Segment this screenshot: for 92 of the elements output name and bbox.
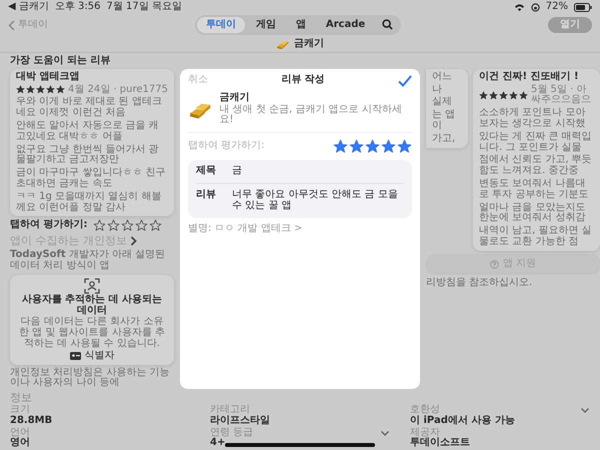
dialog-title: 리뷰 작성 xyxy=(281,75,325,86)
info-value: 영어 xyxy=(10,438,30,450)
review-text: 금이 마구마구 쌓입니다ㅎㅎ 친구 초대하면 금캐는 속도 xyxy=(16,168,167,190)
wifi-icon xyxy=(514,2,525,12)
review-text: 는 앱이 xyxy=(432,110,456,132)
review-text: 어느 xyxy=(432,72,453,83)
search-icon xyxy=(382,19,394,30)
star-icon xyxy=(479,90,488,100)
review-text: 실제 xyxy=(432,97,453,108)
star-icon xyxy=(149,219,162,232)
star-icon xyxy=(16,85,25,94)
status-time: 오후 3:56 xyxy=(54,2,101,12)
info-label: 연령 등급 xyxy=(210,428,254,438)
star-icon xyxy=(489,90,498,100)
star-icon xyxy=(93,219,106,232)
info-value: 이 iPad에서 사용 가능 xyxy=(410,416,515,427)
review-text: 변동도 보여줘서 나름대로 투자 공부하는 기분도 xyxy=(479,178,590,201)
status-date: 7월 17일 목요일 xyxy=(106,2,182,12)
nav-tab[interactable]: 앱 xyxy=(286,16,315,34)
star-icon xyxy=(36,85,45,94)
star-icon xyxy=(365,139,380,154)
review-text: 우와 이게 바로 제대로 된 앱테크네요 이제껏 이런건 처음 xyxy=(16,97,163,119)
review-text: 안해도 알아서 자동으로 금을 캐고있네요 대박ㅎㅎ 어플 xyxy=(16,120,160,143)
data-type-label: 식별자 xyxy=(84,350,114,362)
star-icon xyxy=(381,139,396,154)
info-label: 제공자 xyxy=(410,428,440,438)
star-icon xyxy=(121,219,134,232)
review-text: ㅋㅋ 1g 모을때까지 열심히 해볼께요 이런어플 정말 감사 xyxy=(16,192,162,214)
back-chevron-icon xyxy=(8,20,15,30)
review-text: 가고, xyxy=(432,134,456,145)
nav-tab[interactable]: 게임 xyxy=(246,16,285,34)
info-label: 언어 xyxy=(10,428,30,438)
chevron-icon[interactable] xyxy=(580,405,590,416)
input-field[interactable]: 너무 좋아요 아무것도 안해도 금 모을 수 있는 꿀 앱 xyxy=(232,190,404,212)
star-icon xyxy=(46,85,55,94)
rate-prompt: 탭하여 평가하기: xyxy=(10,220,88,232)
checkmark-icon xyxy=(398,74,412,87)
review-card[interactable]: 이건 진짜! 진또배기 ! 5월 5일 · 아싸주으으음으 소소하게 포인트나 모아보자는 생각으로 시작했 있다는 게 진짜 큰 매력입니다. 그 포인트가 실물 점에서 신뢰도 가고, 뿌듯함도 느껴져요. 중간중 변동도 보여줘서 나름대로 투자 공부하는 기분도 얼마나 금을 모았는지도 한눈에 보여줘서 성취감 내역이 남고, 필요하면 실물로도 교환 가능한 점 xyxy=(473,68,600,251)
battery-icon xyxy=(574,2,592,12)
review-card[interactable]: 대박 앱테크앱 4월 24일 · pure1775 우와 이게 바로 제대로 된 앱테크네요 이제껏 이런건 처음 안해도 알아서 자동으로 금을 캐고있네요 대박ㅎㅎ 어플 없구요 그냥 한번씩 들어가서 광물팔기하고 금고저장만 금이 마구마구 쌓입니다ㅎㅎ 친구 초대하면 금캐는 속도 ㅋㅋ 1g 모을때까지 열심히 해볼께요 이런어플 정말 감사 xyxy=(10,68,174,216)
star-icon xyxy=(107,219,120,232)
person-scan-icon xyxy=(84,278,100,294)
rotation-lock-icon xyxy=(530,2,540,12)
question-icon xyxy=(490,260,499,269)
tracking-title: 사용자를 추적하는 데 사용되는 데이터 xyxy=(20,294,164,316)
app-title: 금캐기 xyxy=(294,38,324,50)
battery-percent: 72% xyxy=(546,2,568,12)
review-meta: 5월 5일 · 아싸주으으음으 xyxy=(531,84,592,106)
privacy-description: TodaySoft 개발자가 아래 설명된 데이터 처리 방식이 앱 xyxy=(10,250,166,272)
star-icon xyxy=(397,139,412,154)
star-icon xyxy=(499,90,508,100)
tracking-description: 다음 데이터는 다른 회사가 소유한 앱 및 웹사이트를 사용자를 추적하는 데 사용될 수 있습니다. xyxy=(18,317,166,350)
review-text: 얼마나 금을 모았는지도 한눈에 보여줘서 성취감 xyxy=(479,202,586,224)
rate-prompt: 탭하여 평가하기: xyxy=(188,141,265,152)
review-text: 나 xyxy=(432,84,443,96)
info-label: 크기 xyxy=(10,405,31,416)
info-label: 카테고리 xyxy=(210,405,250,416)
review-text: 없구요 그냥 한번씩 들어가서 광물팔기하고 금고저장만 xyxy=(16,144,160,166)
privacy-description: 리방침을 참조하십시오. xyxy=(426,278,534,288)
info-value: 투데이소프트 xyxy=(410,438,470,450)
field-label: 제목 xyxy=(196,166,217,177)
field-label: 리뷰 xyxy=(196,190,217,202)
back-to-app-link[interactable]: ◀ 금캐기 xyxy=(8,2,49,12)
id-card-icon xyxy=(70,352,80,360)
review-text: 내역이 남고, 필요하면 실물로도 교환 가능한 점 xyxy=(479,226,593,248)
review-text: 점에서 신뢰도 가고, 뿌듯함도 느껴져요. 중간중 xyxy=(479,155,593,177)
star-icon xyxy=(56,85,65,94)
review-text: 소소하게 포인트나 모아보자는 생각으로 시작했 xyxy=(479,108,586,130)
nav-tab[interactable]: Arcade xyxy=(316,16,374,34)
star-icon xyxy=(509,90,518,100)
info-value: 28.8MB xyxy=(10,416,52,427)
review-meta: 4월 24일 · pure1775 xyxy=(68,84,168,96)
app-subtitle: 내 생애 첫 순금, 금캐기 앱으로 시작하세요! xyxy=(220,104,403,126)
privacy-note: 개인정보 처리방침은 사용하는 기능이나 사용자의 나이 등에 xyxy=(10,368,171,390)
star-icon xyxy=(519,90,528,100)
review-title: 이건 진짜! 진또배기 ! xyxy=(479,72,580,83)
section-title: 가장 도움이 되는 리뷰 xyxy=(9,54,112,68)
info-label: 호환성 xyxy=(410,405,440,416)
submit-button[interactable] xyxy=(398,74,412,87)
star-icon xyxy=(26,85,35,94)
review-text: 있다는 게 진짜 큰 매력입니다. 그 포인트가 실물 xyxy=(479,132,593,154)
section-title: 정보 xyxy=(10,392,33,404)
app-name: 금캐기 xyxy=(220,92,250,104)
star-icon xyxy=(333,139,348,154)
star-icon xyxy=(349,139,364,154)
review-card[interactable]: 어느 나 실제 는 앱이 가고, xyxy=(426,68,468,148)
star-icon xyxy=(135,219,148,232)
input-field[interactable]: 금 xyxy=(232,166,404,177)
chevron-icon[interactable] xyxy=(130,236,137,246)
info-value: 라이프스타일 xyxy=(210,416,270,427)
review-title: 대박 앱테크앱 xyxy=(16,72,80,83)
info-value: 4+ xyxy=(210,438,226,450)
